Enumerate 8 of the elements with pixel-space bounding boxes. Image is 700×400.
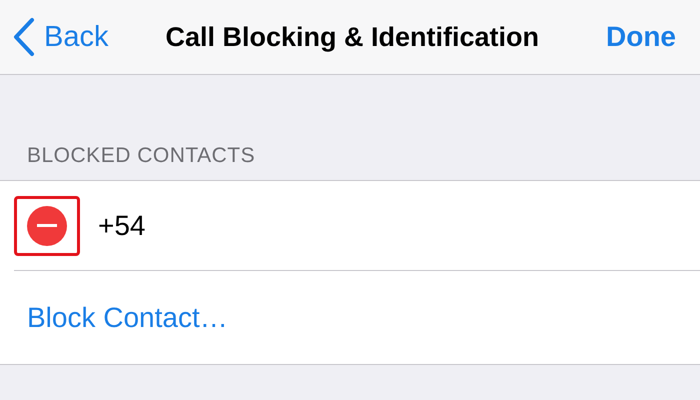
phone-number: +54: [98, 210, 146, 242]
back-button[interactable]: Back: [12, 17, 108, 57]
delete-button[interactable]: [27, 206, 67, 246]
chevron-left-icon: [12, 17, 36, 57]
screen-title: Call Blocking & Identification: [164, 22, 540, 52]
done-button[interactable]: Done: [606, 21, 676, 53]
section-header: BLOCKED CONTACTS: [27, 144, 256, 168]
block-contact-link[interactable]: Block Contact…: [27, 302, 228, 334]
